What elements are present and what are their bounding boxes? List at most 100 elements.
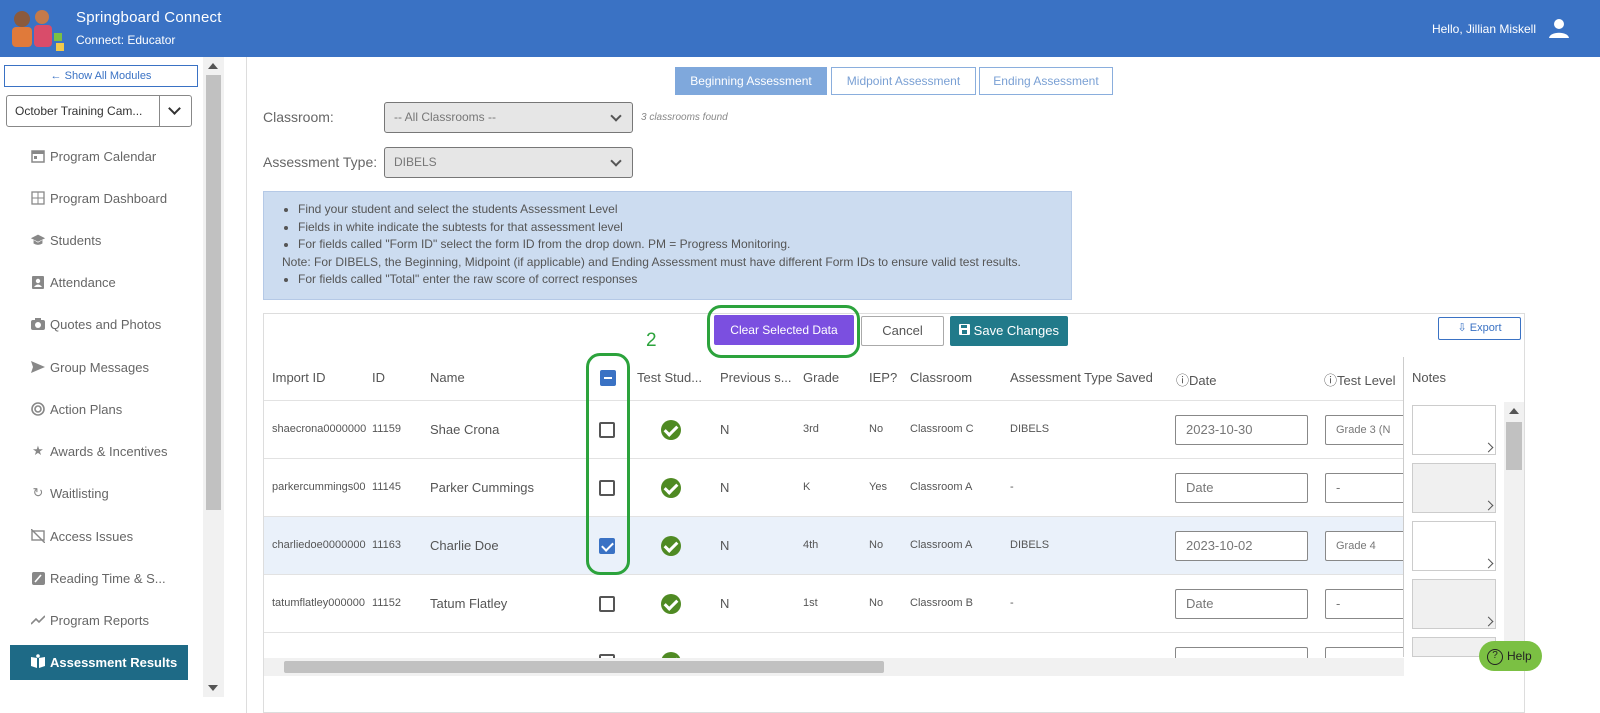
scroll-thumb[interactable] bbox=[284, 661, 884, 673]
scroll-thumb[interactable] bbox=[1506, 422, 1522, 470]
header-assessment-type[interactable]: Assessment Type Saved bbox=[1010, 370, 1153, 385]
sidebar-item-awards[interactable]: ★ Awards & Incentives bbox=[30, 440, 168, 462]
row-checkbox[interactable] bbox=[599, 596, 615, 612]
campaign-value: October Training Cam... bbox=[15, 104, 143, 118]
instruction-item: Fields in white indicate the subtests fo… bbox=[298, 219, 1071, 237]
table-row: tatumflatley000000 11152 Tatum Flatley N… bbox=[264, 574, 1405, 632]
sidebar-item-access-issues[interactable]: Access Issues bbox=[30, 525, 133, 547]
assessment-type-label: Assessment Type: bbox=[263, 154, 378, 170]
tab-midpoint[interactable]: Midpoint Assessment bbox=[831, 67, 976, 95]
test-level-select[interactable]: Grade 4 bbox=[1325, 531, 1405, 561]
table-horizontal-scrollbar[interactable] bbox=[264, 658, 1404, 676]
cell-id: 11159 bbox=[372, 423, 401, 435]
notes-textarea[interactable] bbox=[1412, 521, 1496, 571]
cell-import-id: tatumflatley000000 bbox=[272, 597, 365, 609]
test-level-select[interactable]: - bbox=[1325, 589, 1405, 619]
chevron-down-icon[interactable] bbox=[159, 95, 191, 127]
sidebar-scrollbar[interactable] bbox=[203, 57, 224, 697]
header-iep[interactable]: IEP? bbox=[869, 370, 897, 385]
cell-classroom: Classroom C bbox=[910, 423, 974, 435]
header-classroom[interactable]: Classroom bbox=[910, 370, 972, 385]
cancel-button[interactable]: Cancel bbox=[861, 316, 944, 346]
cell-name: Shae Crona bbox=[430, 422, 500, 437]
header-grade[interactable]: Grade bbox=[803, 370, 839, 385]
header-test-level-label: Test Level bbox=[1337, 373, 1396, 388]
sidebar-item-assessment-results[interactable]: Assessment Results bbox=[10, 645, 188, 680]
sidebar-item-program-calendar[interactable]: Program Calendar bbox=[30, 145, 156, 167]
header-test-level[interactable]: ⓘTest Level bbox=[1324, 370, 1396, 389]
header-test-student[interactable]: Test Stud... bbox=[637, 370, 702, 385]
user-greeting[interactable]: Hello, Jillian Miskell bbox=[1432, 22, 1536, 36]
cell-classroom: Classroom A bbox=[910, 481, 973, 493]
notes-textarea[interactable] bbox=[1412, 579, 1496, 629]
campaign-select[interactable]: October Training Cam... bbox=[6, 95, 192, 127]
target-icon bbox=[30, 401, 46, 417]
date-input[interactable]: Date bbox=[1175, 473, 1308, 503]
user-icon[interactable] bbox=[1548, 17, 1570, 39]
notes-textarea[interactable] bbox=[1412, 405, 1496, 455]
test-level-select[interactable]: - bbox=[1325, 473, 1405, 503]
scroll-up-icon[interactable] bbox=[208, 63, 218, 69]
sidebar-item-reading-time[interactable]: Reading Time & S... bbox=[30, 567, 166, 589]
date-input[interactable]: Date bbox=[1175, 589, 1308, 619]
sidebar-item-label: Group Messages bbox=[50, 359, 149, 375]
sidebar-item-program-dashboard[interactable]: Program Dashboard bbox=[30, 187, 167, 209]
notes-textarea[interactable] bbox=[1412, 463, 1496, 513]
arrow-left-icon: ← bbox=[50, 70, 65, 82]
test-level-select[interactable]: Grade 3 (N bbox=[1325, 415, 1405, 445]
header-date-label: Date bbox=[1189, 373, 1217, 388]
cell-assessment-type: - bbox=[1010, 481, 1014, 493]
table-row-partial bbox=[264, 632, 1404, 658]
header-name[interactable]: Name bbox=[430, 370, 465, 385]
top-bar: Springboard Connect Connect: Educator He… bbox=[0, 0, 1600, 57]
classroom-select[interactable]: -- All Classrooms -- bbox=[384, 102, 633, 133]
tab-ending[interactable]: Ending Assessment bbox=[979, 67, 1113, 95]
sidebar-item-label: Program Reports bbox=[50, 612, 149, 628]
show-all-modules-button[interactable]: ← Show All Modules bbox=[4, 65, 198, 87]
info-icon: ⓘ bbox=[1176, 373, 1190, 388]
header-date[interactable]: ⓘDate bbox=[1176, 370, 1216, 389]
cell-assessment-type: DIBELS bbox=[1010, 423, 1050, 435]
sidebar-item-label: Awards & Incentives bbox=[50, 443, 168, 459]
scroll-up-icon[interactable] bbox=[1509, 408, 1519, 414]
scroll-thumb[interactable] bbox=[206, 75, 221, 510]
sidebar-item-waitlisting[interactable]: ↻ Waitlisting bbox=[30, 482, 109, 504]
save-changes-button[interactable]: Save Changes bbox=[950, 316, 1068, 346]
export-button[interactable]: ⇩ Export bbox=[1438, 317, 1521, 340]
header-id[interactable]: ID bbox=[372, 370, 385, 385]
cell-previous: N bbox=[720, 596, 730, 611]
sidebar-item-label: Action Plans bbox=[50, 401, 123, 417]
check-circle-icon bbox=[661, 420, 681, 440]
header-previous[interactable]: Previous s... bbox=[720, 370, 792, 385]
table-vertical-scrollbar[interactable] bbox=[1504, 402, 1524, 658]
table-row: shaecrona0000000 11159 Shae Crona N 3rd … bbox=[264, 400, 1405, 458]
cell-name: Charlie Doe bbox=[430, 538, 499, 553]
scroll-down-icon[interactable] bbox=[208, 685, 218, 691]
sidebar-item-group-messages[interactable]: Group Messages bbox=[30, 356, 149, 378]
sidebar-item-attendance[interactable]: Attendance bbox=[30, 271, 116, 293]
date-input[interactable]: 2023-10-02 bbox=[1175, 531, 1308, 561]
date-input[interactable] bbox=[1175, 647, 1308, 658]
sidebar-item-students[interactable]: Students bbox=[30, 229, 101, 251]
grid-icon bbox=[30, 190, 46, 206]
sidebar-item-label: Reading Time & S... bbox=[50, 570, 166, 586]
cell-assessment-type: DIBELS bbox=[1010, 539, 1050, 551]
test-level-select[interactable] bbox=[1325, 647, 1404, 658]
assessment-type-select[interactable]: DIBELS bbox=[384, 147, 633, 178]
sidebar-item-program-reports[interactable]: Program Reports bbox=[30, 609, 149, 631]
cell-assessment-type: - bbox=[1010, 597, 1014, 609]
book-reader-icon bbox=[30, 654, 46, 671]
sidebar-item-action-plans[interactable]: Action Plans bbox=[30, 398, 122, 420]
date-input[interactable]: 2023-10-30 bbox=[1175, 415, 1308, 445]
cell-id: 11145 bbox=[372, 481, 401, 493]
sidebar-item-label: Access Issues bbox=[50, 528, 134, 544]
header-notes[interactable]: Notes bbox=[1412, 370, 1446, 385]
download-icon: ⇩ bbox=[1457, 322, 1467, 334]
cell-grade: 4th bbox=[803, 539, 819, 551]
cell-name: Tatum Flatley bbox=[430, 596, 508, 611]
tab-beginning[interactable]: Beginning Assessment bbox=[675, 67, 827, 95]
cell-classroom: Classroom A bbox=[910, 539, 973, 551]
sidebar-item-quotes-photos[interactable]: Quotes and Photos bbox=[30, 313, 161, 335]
header-import-id[interactable]: Import ID bbox=[272, 370, 325, 385]
help-button[interactable]: Help bbox=[1479, 641, 1542, 671]
